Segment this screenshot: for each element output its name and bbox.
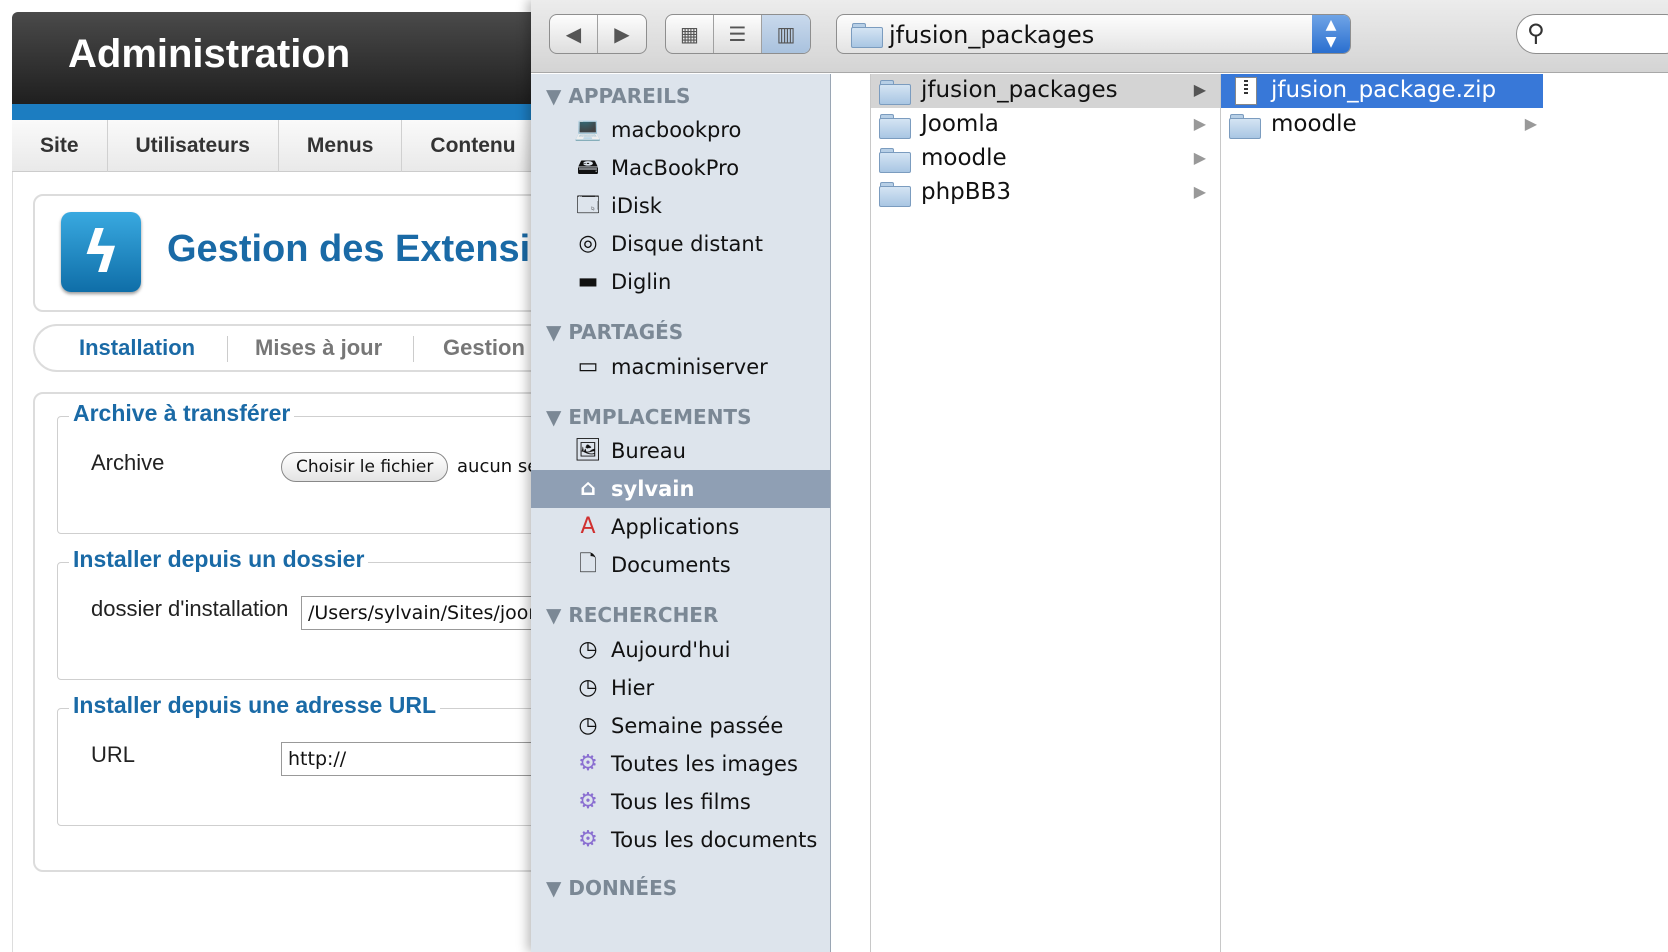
- sidebar-heading-shared[interactable]: ▼ PARTAGÉS: [546, 320, 683, 344]
- sidebar-item-idisk[interactable]: 🗔 iDisk: [531, 187, 830, 225]
- tab-divider: [413, 336, 414, 362]
- list-item[interactable]: moodle ▶: [871, 142, 1220, 176]
- list-item-selected-file[interactable]: jfusion_package.zip: [1221, 74, 1543, 108]
- smart-folder-icon: ⚙: [578, 789, 598, 814]
- sidebar-heading-search[interactable]: ▼ RECHERCHER: [546, 603, 718, 627]
- sidebar-item-yesterday[interactable]: ◷ Hier: [531, 669, 830, 707]
- folder-icon: [879, 79, 911, 105]
- sidebar-item-today[interactable]: ◷ Aujourd'hui: [531, 631, 830, 669]
- sidebar-heading-data[interactable]: ▼ DONNÉES: [546, 876, 677, 900]
- browser-column-1: [831, 74, 871, 952]
- list-item[interactable]: moodle ▶: [1221, 108, 1551, 142]
- tab-installation[interactable]: Installation: [79, 335, 195, 361]
- hard-drive-icon: 🖴: [576, 155, 600, 180]
- back-button[interactable]: ◀: [550, 15, 598, 53]
- disclosure-arrow-icon: ▶: [1193, 80, 1206, 99]
- sidebar-item-macbookpro-disk[interactable]: 🖴 MacBookPro: [531, 149, 830, 187]
- menu-site[interactable]: Site: [12, 120, 108, 172]
- menu-content[interactable]: Contenu: [402, 120, 545, 172]
- folder-icon: [1229, 113, 1261, 139]
- disclosure-arrow-icon: ▶: [1524, 114, 1537, 133]
- tab-manage[interactable]: Gestion: [443, 335, 525, 361]
- folder-legend: Installer depuis un dossier: [69, 546, 369, 573]
- idisk-icon: 🗔: [576, 193, 600, 218]
- sidebar-item-home[interactable]: ⌂ sylvain: [531, 470, 830, 508]
- admin-title: Administration: [68, 32, 351, 76]
- choose-file-button[interactable]: Choisir le fichier: [281, 452, 449, 482]
- sidebar-item-diglin[interactable]: ▬ Diglin: [531, 263, 830, 301]
- clock-icon: ◷: [578, 637, 598, 662]
- sidebar-item-macminiserver[interactable]: ▭ macminiserver: [531, 348, 830, 386]
- clock-icon: ◷: [578, 675, 598, 700]
- applications-icon: A: [580, 514, 596, 539]
- zip-file-icon: [1235, 77, 1257, 105]
- desktop-icon: 🖼: [574, 438, 602, 463]
- columns-icon: ▥: [776, 22, 796, 46]
- popup-arrows-icon: ▲ ▼: [1312, 15, 1350, 53]
- sidebar-item-applications[interactable]: A Applications: [531, 508, 830, 546]
- browser-column-3: jfusion_package.zip moodle ▶: [1221, 74, 1668, 952]
- location-popup-label: jfusion_packages: [889, 21, 1095, 49]
- list-icon: ☰: [728, 22, 747, 46]
- disclosure-arrow-icon: ▶: [1193, 182, 1206, 201]
- list-item[interactable]: jfusion_packages ▶: [871, 74, 1220, 108]
- install-folder-label: dossier d'installation: [91, 596, 289, 621]
- external-drive-icon: ▬: [577, 269, 599, 294]
- search-icon: ⚲: [1527, 19, 1545, 47]
- sidebar-heading-places[interactable]: ▼ EMPLACEMENTS: [546, 405, 751, 429]
- smart-folder-icon: ⚙: [578, 827, 598, 852]
- sidebar-heading-devices[interactable]: ▼ APPAREILS: [546, 84, 690, 108]
- browser-column-2: jfusion_packages ▶ Joomla ▶ moodle ▶ php…: [871, 74, 1221, 952]
- sidebar-item-all-images[interactable]: ⚙ Toutes les images: [531, 745, 830, 783]
- file-chooser-dialog: ◀ ▶ ▦ ☰ ▥ jfusion_packages ▲ ▼ ⚲ ▼ APPARE…: [531, 0, 1668, 952]
- folder-icon: [851, 22, 883, 48]
- folder-icon: [879, 181, 911, 207]
- forward-arrow-icon: ▶: [614, 22, 630, 46]
- smart-folder-icon: ⚙: [578, 751, 598, 776]
- sidebar-item-all-documents[interactable]: ⚙ Tous les documents: [531, 821, 830, 859]
- list-item[interactable]: phpBB3 ▶: [871, 176, 1220, 210]
- sidebar-item-documents[interactable]: 🗋 Documents: [531, 546, 830, 584]
- server-icon: ▭: [577, 354, 599, 379]
- disclosure-arrow-icon: ▶: [1193, 148, 1206, 167]
- archive-label: Archive: [91, 450, 165, 475]
- icon-view-button[interactable]: ▦: [666, 15, 714, 53]
- forward-button[interactable]: ▶: [598, 15, 646, 53]
- grid-icon: ▦: [680, 22, 699, 46]
- home-icon: ⌂: [580, 476, 596, 501]
- clock-icon: ◷: [578, 713, 598, 738]
- menu-users[interactable]: Utilisateurs: [108, 120, 279, 172]
- column-view-button[interactable]: ▥: [762, 15, 810, 53]
- folder-icon: [879, 147, 911, 173]
- extension-manager-icon: ϟ: [61, 212, 141, 292]
- sidebar-item-macbookpro[interactable]: 💻 macbookpro: [531, 111, 830, 149]
- back-forward-control: ◀ ▶: [549, 14, 647, 54]
- list-item[interactable]: Joomla ▶: [871, 108, 1220, 142]
- sidebar-item-remote-disc[interactable]: ◎ Disque distant: [531, 225, 830, 263]
- url-legend: Installer depuis une adresse URL: [69, 692, 441, 719]
- upload-legend: Archive à transférer: [69, 400, 295, 427]
- optical-disc-icon: ◎: [578, 231, 598, 256]
- view-mode-control: ▦ ☰ ▥: [665, 14, 811, 54]
- disclosure-arrow-icon: ▶: [1193, 114, 1206, 133]
- sidebar-item-past-week[interactable]: ◷ Semaine passée: [531, 707, 830, 745]
- folder-icon: [879, 113, 911, 139]
- document-icon: 🗋: [579, 552, 597, 577]
- sidebar-item-all-movies[interactable]: ⚙ Tous les films: [531, 783, 830, 821]
- back-arrow-icon: ◀: [565, 22, 582, 46]
- laptop-icon: 💻: [574, 117, 602, 142]
- url-label: URL: [91, 742, 136, 767]
- finder-sidebar: ▼ APPAREILS 💻 macbookpro 🖴 MacBookPro 🗔 iDi…: [531, 74, 831, 952]
- menu-menus[interactable]: Menus: [279, 120, 403, 172]
- dialog-toolbar: ◀ ▶ ▦ ☰ ▥ jfusion_packages ▲ ▼ ⚲: [531, 0, 1668, 73]
- tab-updates[interactable]: Mises à jour: [255, 335, 382, 361]
- sidebar-item-desktop[interactable]: 🖼 Bureau: [531, 432, 830, 470]
- search-field[interactable]: ⚲: [1516, 14, 1668, 54]
- tab-divider: [227, 336, 228, 362]
- list-view-button[interactable]: ☰: [714, 15, 762, 53]
- location-popup[interactable]: jfusion_packages ▲ ▼: [836, 14, 1351, 54]
